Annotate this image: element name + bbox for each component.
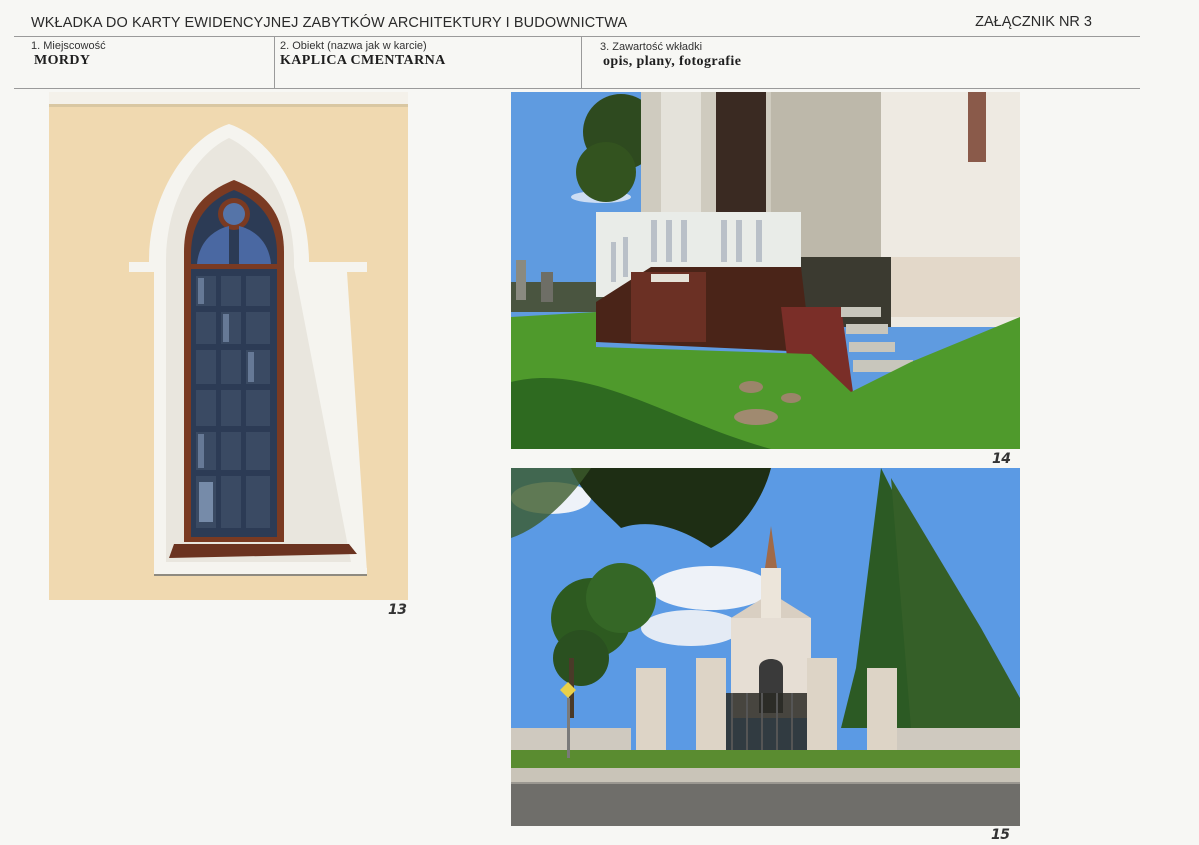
photo-chapel-gate bbox=[511, 468, 1020, 826]
field-divider-1 bbox=[274, 36, 275, 88]
locality-label: 1. Miejscowość bbox=[31, 40, 106, 52]
photo-number-14: 14 bbox=[992, 451, 1011, 467]
header-divider-top bbox=[14, 36, 1140, 37]
header-divider-bottom bbox=[14, 88, 1140, 89]
photo-entrance-stairs bbox=[511, 92, 1020, 449]
contents-value: opis, plany, fotografie bbox=[603, 54, 742, 69]
photo-window bbox=[49, 92, 408, 600]
object-label: 2. Obiekt (nazwa jak w karcie) bbox=[280, 40, 427, 52]
document-title: WKŁADKA DO KARTY EWIDENCYJNEJ ZABYTKÓW A… bbox=[31, 15, 628, 31]
object-value: KAPLICA CMENTARNA bbox=[280, 53, 446, 68]
annex-label: ZAŁĄCZNIK NR 3 bbox=[975, 14, 1092, 30]
photo-number-15: 15 bbox=[991, 827, 1010, 843]
field-divider-2 bbox=[581, 36, 582, 88]
contents-label: 3. Zawartość wkładki bbox=[600, 41, 703, 53]
document-page: WKŁADKA DO KARTY EWIDENCYJNEJ ZABYTKÓW A… bbox=[0, 0, 1199, 845]
photo-number-13: 13 bbox=[388, 602, 407, 618]
locality-value: MORDY bbox=[34, 53, 91, 68]
